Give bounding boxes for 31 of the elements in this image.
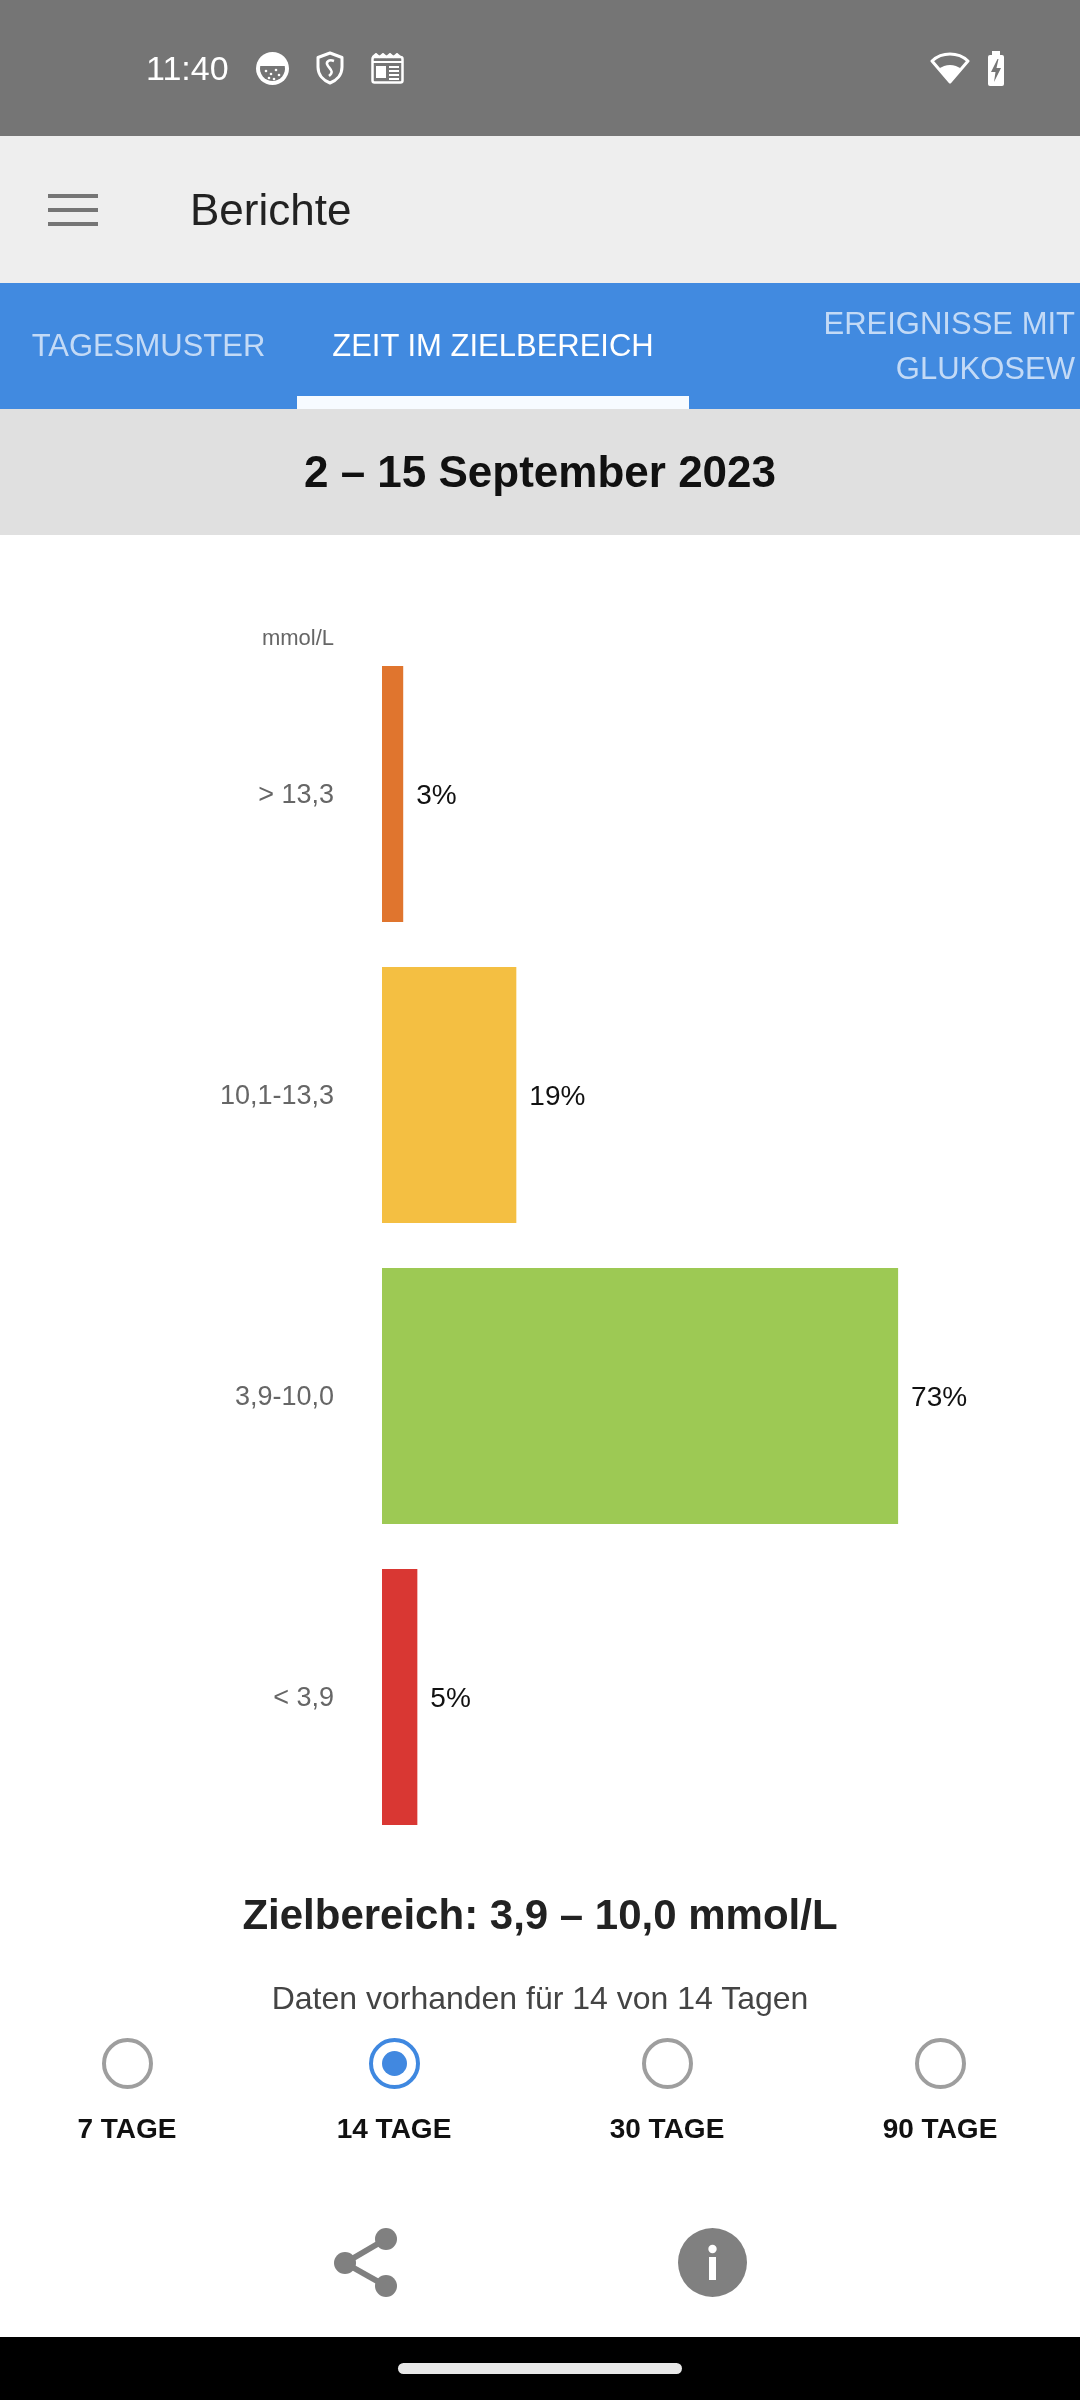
dotted-circle-icon: [255, 51, 289, 85]
category-label: 10,1-13,3: [219, 1080, 334, 1110]
category-label: > 13,3: [258, 779, 334, 809]
home-handle[interactable]: [398, 2363, 682, 2374]
status-time: 11:40: [146, 48, 229, 88]
category-label: < 3,9: [273, 1682, 334, 1712]
axis-unit-label: mmol/L: [261, 625, 334, 650]
document-icon: [370, 52, 404, 84]
menu-icon[interactable]: [48, 193, 98, 226]
info-icon[interactable]: [677, 2228, 747, 2297]
shield-icon: [314, 51, 345, 85]
category-label: 3,9-10,0: [234, 1381, 334, 1411]
radio-label[interactable]: 30 TAGE: [609, 2112, 725, 2146]
battery-charging-icon: [986, 50, 1006, 86]
radio-button[interactable]: [368, 2038, 420, 2089]
radio-label[interactable]: 14 TAGE: [336, 2112, 452, 2146]
target-range-title: Zielbereich: 3,9 – 10,0 mmol/L: [242, 1890, 838, 1940]
date-range-label: 2 – 15 September 2023: [303, 447, 777, 497]
share-icon[interactable]: [333, 2228, 397, 2297]
radio-button[interactable]: [101, 2038, 153, 2089]
radio-label[interactable]: 90 TAGE: [882, 2112, 998, 2146]
value-label: 5%: [430, 1681, 471, 1713]
radio-label[interactable]: 7 TAGE: [77, 2112, 177, 2146]
app-title: Berichte: [190, 184, 352, 235]
value-label: 19%: [529, 1079, 586, 1111]
wifi-icon: [930, 52, 970, 84]
value-label: 3%: [416, 778, 457, 810]
radio-button[interactable]: [914, 2038, 966, 2089]
radio-button[interactable]: [641, 2038, 693, 2089]
value-label: 73%: [911, 1380, 968, 1412]
data-availability-note: Daten vorhanden für 14 von 14 Tagen: [271, 1979, 809, 2018]
